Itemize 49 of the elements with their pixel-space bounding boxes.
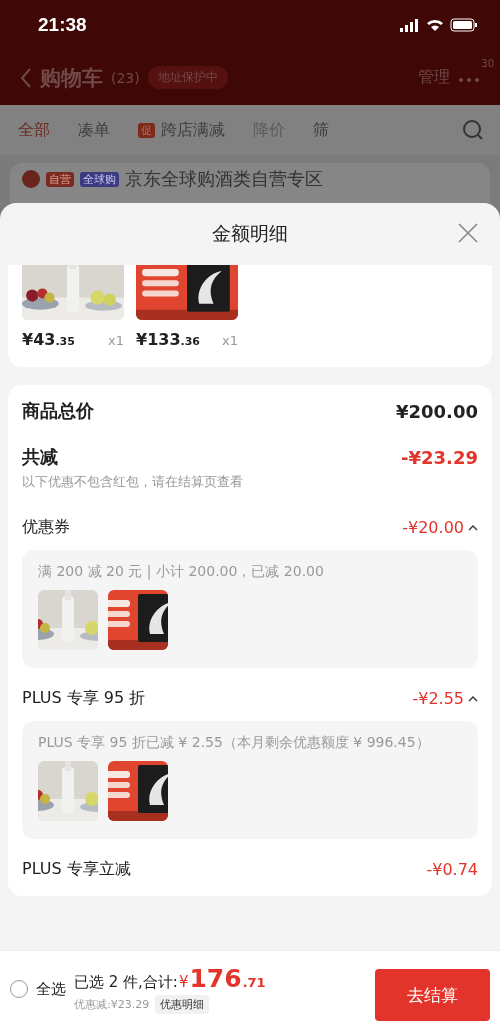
store-checkbox[interactable] — [22, 170, 40, 188]
discount-amount: -¥2.55 — [412, 689, 464, 708]
collapse-icon[interactable] — [468, 695, 478, 702]
reduction-label: 共减 — [22, 445, 58, 469]
discount-detail-button[interactable]: 优惠明细 — [155, 995, 210, 1014]
select-all-label[interactable]: 全选 — [36, 979, 66, 999]
filter-tab[interactable]: 全部 — [18, 119, 50, 141]
page-title: 购物车 — [40, 64, 103, 92]
signal-icon — [400, 18, 420, 32]
reduction-note: 以下优惠不包含红包，请在结算页查看 — [22, 473, 244, 491]
reduction-value: -¥23.29 — [401, 446, 478, 468]
discount-label: PLUS 专享立减 — [22, 859, 131, 880]
sheet-title: 金额明细 — [212, 221, 288, 246]
product-quantity: x1 — [222, 333, 238, 348]
price-decimal: .71 — [242, 975, 266, 990]
battery-icon — [450, 18, 478, 32]
selected-summary: 已选 2 件,合计: — [74, 973, 178, 992]
promo-tag: 促 — [138, 122, 155, 138]
total-label: 商品总价 — [22, 399, 94, 423]
search-icon[interactable] — [462, 119, 484, 141]
total-price: 176 — [189, 964, 242, 993]
discount-amount: -¥20.00 — [402, 518, 464, 537]
store-tag: 自营 — [46, 171, 74, 187]
discount-label: 优惠券 — [22, 517, 70, 538]
discount-detail: 满 200 减 20 元 | 小计 200.00，已减 20.00 — [38, 562, 325, 580]
discount-label: PLUS 专享 95 折 — [22, 688, 146, 709]
filter-tab[interactable]: 跨店满减 — [161, 119, 225, 141]
item-count: (23) — [111, 69, 140, 86]
close-icon[interactable] — [458, 223, 478, 243]
total-value: ¥200.00 — [396, 400, 478, 422]
manage-link[interactable]: 管理 — [418, 67, 450, 88]
filter-tab[interactable]: 凑单 — [78, 119, 110, 141]
savings-text: 优惠减:¥23.29 — [74, 997, 150, 1012]
store-tag: 全球购 — [80, 171, 119, 187]
message-count: 30 — [481, 58, 494, 69]
collapse-icon[interactable] — [468, 524, 478, 531]
discount-amount: -¥0.74 — [426, 860, 478, 879]
more-icon[interactable] — [458, 77, 480, 83]
checkout-button[interactable]: 去结算 — [375, 969, 490, 1021]
product-price: ¥43.35 — [22, 330, 75, 349]
back-icon[interactable] — [20, 66, 32, 89]
filter-tab[interactable]: 筛 — [313, 119, 329, 141]
product-quantity: x1 — [108, 333, 124, 348]
currency-symbol: ¥ — [178, 973, 189, 991]
store-name[interactable]: 京东全球购酒类自营专区 — [125, 167, 323, 191]
product-price: ¥133.36 — [136, 330, 201, 349]
wifi-icon — [426, 18, 444, 32]
status-time: 21:38 — [38, 14, 87, 36]
discount-detail: PLUS 专享 95 折已减 ¥ 2.55（本月剩余优惠额度 ¥ 996.45） — [38, 733, 431, 751]
